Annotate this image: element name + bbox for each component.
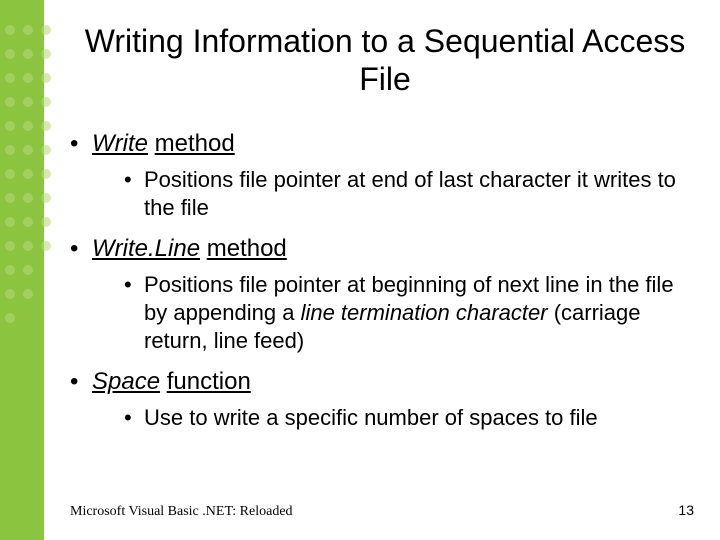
term-word: function	[167, 368, 251, 395]
bullet-list: Write method Positions file pointer at e…	[70, 129, 700, 432]
list-item: Write method Positions file pointer at e…	[70, 129, 700, 222]
sub-list: Positions file pointer at beginning of n…	[92, 271, 700, 355]
slide-title: Writing Information to a Sequential Acce…	[70, 22, 700, 99]
sidebar-accent	[0, 0, 44, 540]
sub-text: Positions file pointer at end of last ch…	[144, 167, 676, 220]
footer-text: Microsoft Visual Basic .NET: Reloaded	[70, 504, 293, 520]
sub-item: Positions file pointer at end of last ch…	[124, 166, 700, 222]
page-number: 13	[678, 502, 694, 518]
sub-text: Use to write a specific number of spaces…	[144, 405, 598, 430]
term: Write.Line	[92, 235, 200, 262]
sub-item: Positions file pointer at beginning of n…	[124, 271, 700, 355]
list-item: Write.Line method Positions file pointer…	[70, 234, 700, 355]
sub-list: Positions file pointer at end of last ch…	[92, 166, 700, 222]
sub-item: Use to write a specific number of spaces…	[124, 404, 700, 432]
term: Write	[92, 130, 148, 157]
sub-text-ital: line termination character	[301, 300, 548, 325]
slide-content: Writing Information to a Sequential Acce…	[70, 22, 700, 444]
term-word: method	[155, 130, 235, 157]
list-item: Space function Use to write a specific n…	[70, 367, 700, 432]
term-word: method	[207, 235, 287, 262]
term: Space	[92, 368, 160, 395]
sub-list: Use to write a specific number of spaces…	[92, 404, 700, 432]
